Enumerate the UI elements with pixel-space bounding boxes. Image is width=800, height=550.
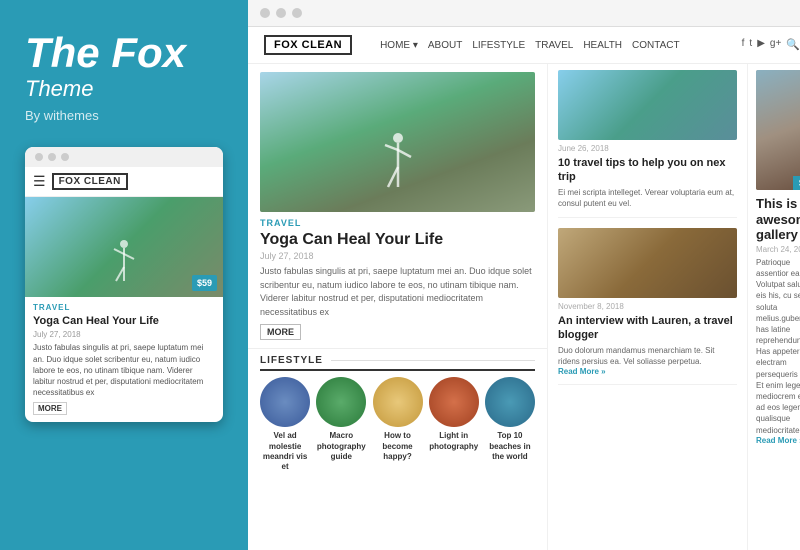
article-date: July 27, 2018 bbox=[260, 251, 535, 261]
mini-yoga-figure bbox=[112, 239, 136, 289]
nav-icons: f t ▶ g+ 🔍 ≡ bbox=[742, 38, 800, 52]
mini-dot-2 bbox=[48, 153, 56, 161]
mid-article-2: November 8, 2018 An interview with Laure… bbox=[558, 228, 737, 385]
middle-column: June 26, 2018 10 travel tips to help you… bbox=[548, 64, 748, 550]
mid-article-1-title: 10 travel tips to help you on nex trip bbox=[558, 156, 737, 185]
browser-dot-3 bbox=[292, 8, 302, 18]
featured-image bbox=[260, 72, 535, 212]
browser-dot-2 bbox=[276, 8, 286, 18]
right-article-date: March 24, 2018 bbox=[756, 245, 800, 254]
mini-content: ☰ FOX CLEAN $59 TRAVEL Yoga Can Heal You… bbox=[25, 167, 223, 422]
googleplus-icon[interactable]: g+ bbox=[770, 38, 781, 52]
featured-article: TRAVEL Yoga Can Heal Your Life July 27, … bbox=[248, 64, 548, 348]
lifestyle-circle-3 bbox=[373, 377, 423, 427]
mini-dot-3 bbox=[61, 153, 69, 161]
yoga-figure bbox=[383, 132, 413, 197]
theme-subtitle: Theme bbox=[25, 76, 223, 102]
lifestyle-caption-4: Light in photography bbox=[429, 431, 479, 452]
mid-article-2-date: November 8, 2018 bbox=[558, 302, 737, 311]
main-column: TRAVEL Yoga Can Heal Your Life July 27, … bbox=[248, 64, 548, 550]
site-nav: FOX CLEAN HOME ▾ ABOUT LIFESTYLE TRAVEL … bbox=[248, 27, 800, 64]
lifestyle-circle-1 bbox=[260, 377, 310, 427]
nav-about[interactable]: ABOUT bbox=[428, 40, 462, 51]
mini-browser-bar bbox=[25, 147, 223, 167]
mid-article-1-excerpt: Ei mei scripta intelleget. Verear volupt… bbox=[558, 187, 737, 209]
article-title: Yoga Can Heal Your Life bbox=[260, 230, 535, 249]
nav-health[interactable]: HEALTH bbox=[583, 40, 622, 51]
mid-article-2-excerpt: Duo dolorum mandamus menarchiam te. Sit … bbox=[558, 345, 737, 367]
lifestyle-grid: Vel ad molestie meandri vis et Macro pho… bbox=[260, 377, 535, 473]
hamburger-icon: ☰ bbox=[33, 173, 46, 190]
left-panel: The Fox Theme By withemes ☰ FOX CLEAN bbox=[0, 0, 248, 550]
theme-title: The Fox bbox=[25, 30, 223, 76]
browser-dot-1 bbox=[260, 8, 270, 18]
mini-excerpt: Justo fabulas singulis at pri, saepe lup… bbox=[33, 342, 215, 398]
mini-price-badge: $59 bbox=[192, 275, 217, 291]
mid-article-1: June 26, 2018 10 travel tips to help you… bbox=[558, 70, 737, 218]
right-article-title: This is an awesome gallery bbox=[756, 196, 800, 243]
mid-article-1-image bbox=[558, 70, 737, 140]
right-column: $59 W This is an awesome gallery March 2… bbox=[748, 64, 800, 550]
site-nav-links: HOME ▾ ABOUT LIFESTYLE TRAVEL HEALTH CON… bbox=[380, 40, 726, 51]
lifestyle-circle-5 bbox=[485, 377, 535, 427]
nav-home[interactable]: HOME ▾ bbox=[380, 40, 418, 51]
price-badge: $59 bbox=[793, 176, 800, 190]
lifestyle-header: LIFESTYLE bbox=[260, 355, 535, 371]
lifestyle-item-2: Macro photography guide bbox=[316, 377, 366, 473]
lifestyle-divider bbox=[331, 360, 535, 361]
nav-lifestyle[interactable]: LIFESTYLE bbox=[472, 40, 525, 51]
article-excerpt: Justo fabulas singulis at pri, saepe lup… bbox=[260, 265, 535, 319]
mini-article-info: TRAVEL Yoga Can Heal Your Life July 27, … bbox=[25, 297, 223, 422]
by-line: By withemes bbox=[25, 108, 223, 123]
lifestyle-caption-3: How to become happy? bbox=[372, 431, 422, 462]
lifestyle-item-3: How to become happy? bbox=[372, 377, 422, 473]
mini-article-title: Yoga Can Heal Your Life bbox=[33, 314, 215, 328]
mini-article-image: $59 bbox=[25, 197, 223, 297]
mid-article-2-image bbox=[558, 228, 737, 298]
site-content: TRAVEL Yoga Can Heal Your Life July 27, … bbox=[248, 64, 800, 550]
facebook-icon[interactable]: f bbox=[742, 38, 745, 52]
lifestyle-section: LIFESTYLE Vel ad molestie meandri vis et… bbox=[248, 348, 547, 479]
mid-article-1-date: June 26, 2018 bbox=[558, 144, 737, 153]
hands-bg bbox=[756, 70, 800, 190]
lifestyle-item-5: Top 10 beaches in the world bbox=[485, 377, 535, 473]
mini-nav: ☰ FOX CLEAN bbox=[25, 167, 223, 197]
mini-more-button[interactable]: MORE bbox=[33, 402, 67, 415]
browser-body: FOX CLEAN HOME ▾ ABOUT LIFESTYLE TRAVEL … bbox=[248, 27, 800, 550]
mini-browser-mockup: ☰ FOX CLEAN $59 TRAVEL Yoga Can Heal You… bbox=[25, 147, 223, 422]
article-tag: TRAVEL bbox=[260, 218, 535, 228]
right-article-image: $59 bbox=[756, 70, 800, 190]
more-button[interactable]: MORE bbox=[260, 324, 301, 340]
nav-contact[interactable]: CONTACT bbox=[632, 40, 680, 51]
twitter-icon[interactable]: t bbox=[749, 38, 752, 52]
mini-dot-1 bbox=[35, 153, 43, 161]
lifestyle-caption-5: Top 10 beaches in the world bbox=[485, 431, 535, 462]
lifestyle-circle-2 bbox=[316, 377, 366, 427]
mini-logo: FOX CLEAN bbox=[52, 173, 128, 190]
lifestyle-caption-2: Macro photography guide bbox=[316, 431, 366, 462]
mid-article-2-title: An interview with Lauren, a travel blogg… bbox=[558, 314, 737, 343]
right-article-excerpt: Patrioque assentior ea vim. Volutpat sal… bbox=[756, 257, 800, 436]
mini-tag: TRAVEL bbox=[33, 303, 215, 312]
nav-travel[interactable]: TRAVEL bbox=[535, 40, 573, 51]
right-panel: FOX CLEAN HOME ▾ ABOUT LIFESTYLE TRAVEL … bbox=[248, 0, 800, 550]
site-logo[interactable]: FOX CLEAN bbox=[264, 35, 352, 55]
youtube-icon[interactable]: ▶ bbox=[757, 38, 765, 52]
lifestyle-item-1: Vel ad molestie meandri vis et bbox=[260, 377, 310, 473]
lifestyle-item-4: Light in photography bbox=[429, 377, 479, 473]
mini-date: July 27, 2018 bbox=[33, 330, 215, 339]
lifestyle-caption-1: Vel ad molestie meandri vis et bbox=[260, 431, 310, 473]
browser-chrome bbox=[248, 0, 800, 27]
search-icon[interactable]: 🔍 bbox=[786, 38, 800, 52]
right-read-more[interactable]: Read More » bbox=[756, 436, 800, 445]
lifestyle-circle-4 bbox=[429, 377, 479, 427]
mid-read-more-2[interactable]: Read More » bbox=[558, 367, 737, 376]
